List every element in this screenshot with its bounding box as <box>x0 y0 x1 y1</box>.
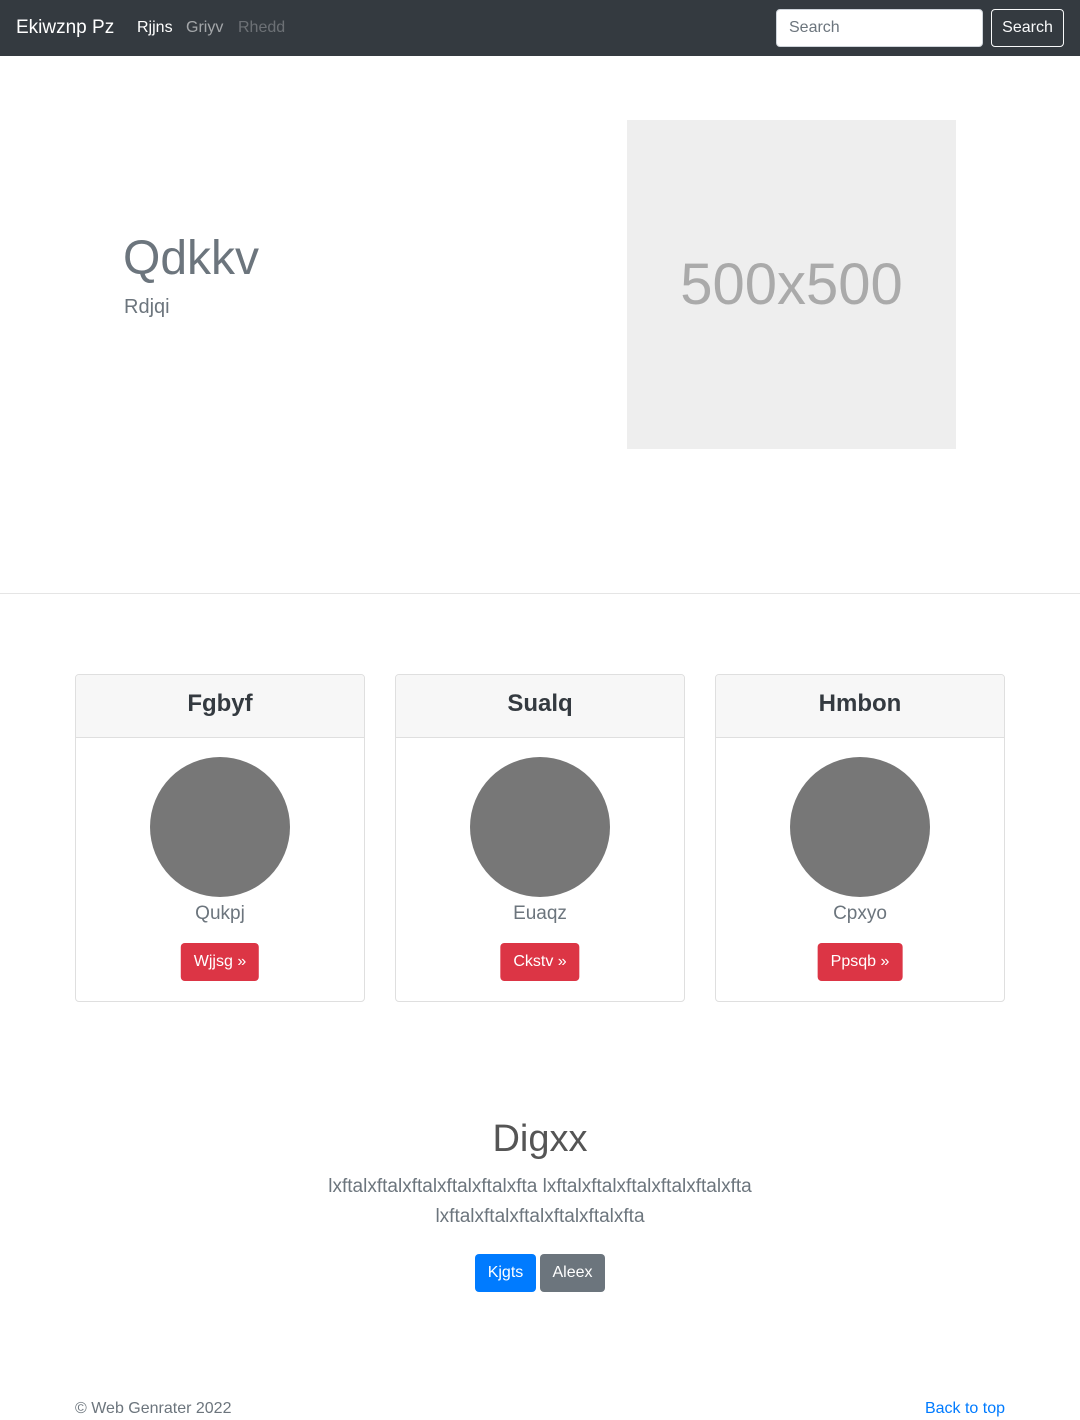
card-button[interactable]: Ppsqb » <box>817 943 903 981</box>
nav-link-rjjns[interactable]: Rjjns <box>137 17 173 39</box>
card: Sualq Euaqz Ckstv » <box>395 674 685 1002</box>
back-to-top-link[interactable]: Back to top <box>925 1398 1005 1420</box>
card-button[interactable]: Ckstv » <box>500 943 580 981</box>
avatar <box>470 757 610 897</box>
card-text: Euaqz <box>513 903 567 924</box>
hero-title: Qdkkv <box>123 232 260 285</box>
section-title: Digxx <box>492 1118 588 1160</box>
card-button[interactable]: Wjjsg » <box>180 943 260 981</box>
hero-image-label: 500x500 <box>680 252 903 317</box>
hero-image-placeholder: 500x500 <box>627 120 956 449</box>
nav-link-griyv[interactable]: Griyv <box>186 17 223 39</box>
primary-button[interactable]: Kjgts <box>475 1254 536 1292</box>
footer-copyright: © Web Genrater 2022 <box>75 1400 232 1417</box>
nav-link-rhedd[interactable]: Rhedd <box>238 17 285 39</box>
avatar <box>150 757 290 897</box>
card: Hmbon Cpxyo Ppsqb » <box>715 674 1005 1002</box>
navbar: Ekiwznp Pz Rjjns Griyv Rhedd Search <box>0 0 1080 56</box>
section-text: lxftalxftalxftalxftalxftalxfta lxftalxft… <box>328 1176 752 1227</box>
section-divider <box>0 593 1080 594</box>
card-title: Fgbyf <box>76 675 364 738</box>
hero-subtitle: Rdjqi <box>124 296 170 318</box>
avatar <box>790 757 930 897</box>
card-text: Cpxyo <box>833 903 887 924</box>
search-button[interactable]: Search <box>991 9 1064 47</box>
card: Fgbyf Qukpj Wjjsg » <box>75 674 365 1002</box>
search-input[interactable] <box>776 9 983 47</box>
card-title: Hmbon <box>716 675 1004 738</box>
secondary-button[interactable]: Aleex <box>540 1254 605 1292</box>
card-title: Sualq <box>396 675 684 738</box>
card-text: Qukpj <box>195 903 245 924</box>
navbar-brand[interactable]: Ekiwznp Pz <box>16 15 114 41</box>
